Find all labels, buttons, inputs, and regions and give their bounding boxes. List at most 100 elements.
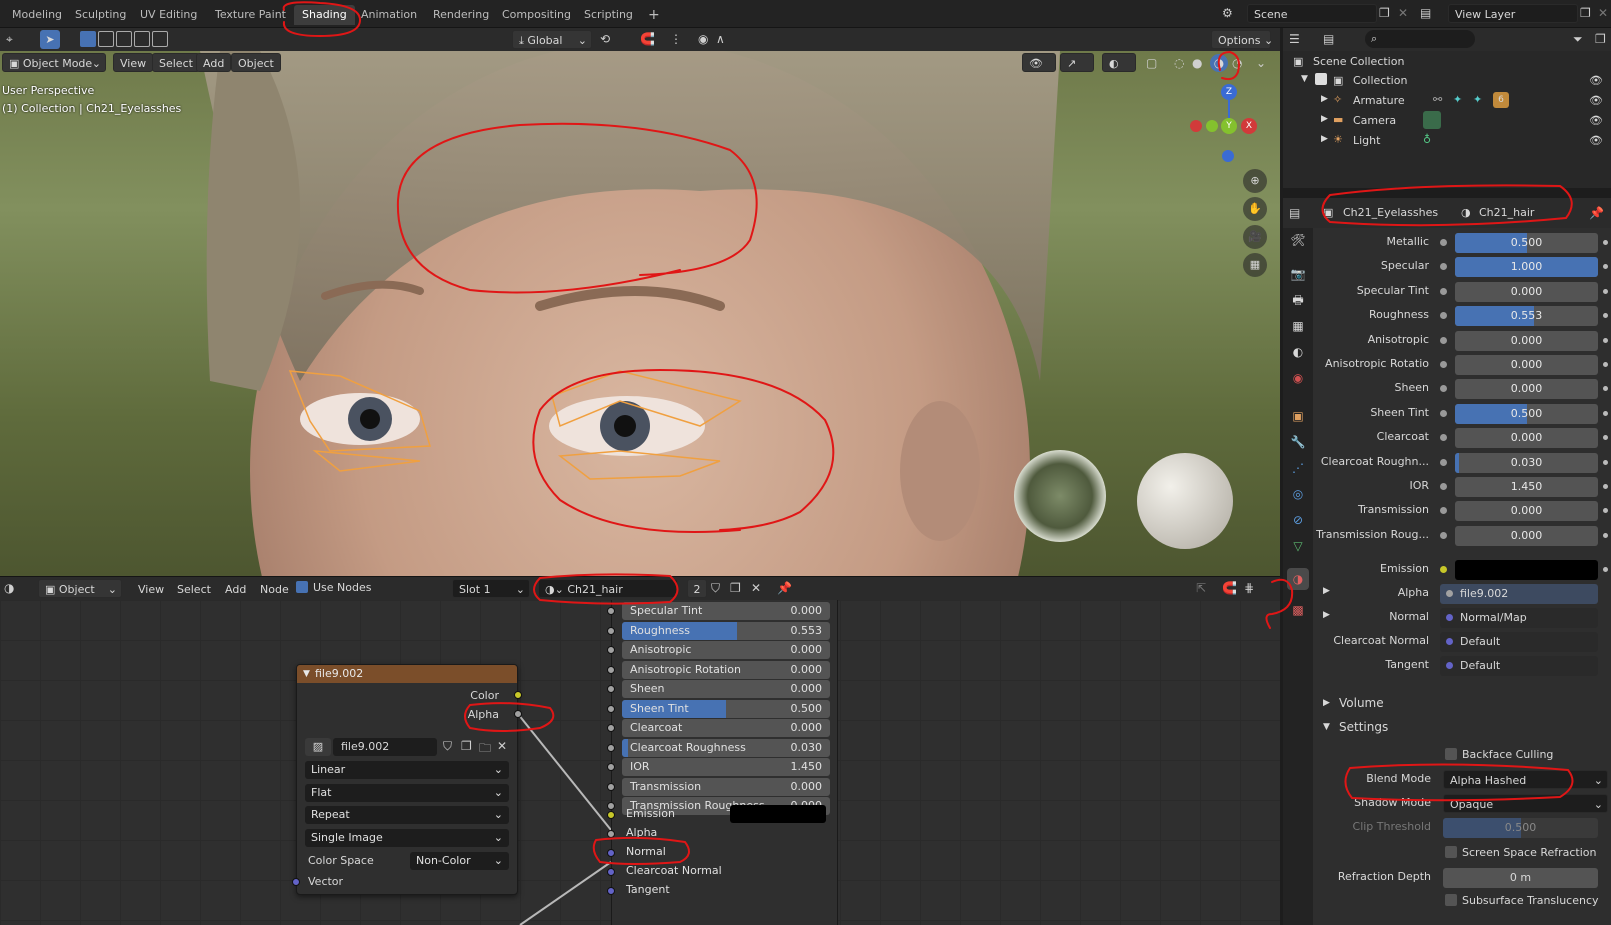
menu-select[interactable]: Select bbox=[152, 53, 200, 72]
extension-dropdown[interactable]: Repeat ⌄ bbox=[305, 806, 509, 824]
keyframe-dot[interactable] bbox=[1603, 386, 1608, 392]
close-view-layer-icon[interactable]: ✕ bbox=[1598, 6, 1608, 20]
camera-view-icon[interactable]: 🎥 bbox=[1243, 225, 1267, 249]
snap-icon[interactable]: 🧲 bbox=[1222, 581, 1237, 595]
property-value-field[interactable]: 0.000 bbox=[1455, 525, 1598, 546]
pin-icon[interactable]: 📌 bbox=[1589, 206, 1604, 220]
bsdf-input-socket[interactable] bbox=[607, 626, 615, 635]
properties-editor-icon[interactable]: ▤ bbox=[1289, 206, 1300, 220]
duplicate-material-icon[interactable]: ❐ bbox=[730, 581, 741, 595]
wireframe-shading-icon[interactable]: ◌ bbox=[1174, 56, 1184, 70]
open-image-icon[interactable]: 🗀 bbox=[479, 739, 491, 760]
filter-icon[interactable]: ⏷ bbox=[1573, 32, 1583, 47]
duplicate-image-icon[interactable]: ❐ bbox=[461, 739, 472, 753]
eye-icon[interactable]: 👁 bbox=[1589, 134, 1603, 147]
object-breadcrumb[interactable]: Ch21_Eyelasshes bbox=[1343, 206, 1438, 219]
zoom-icon[interactable]: ⊕ bbox=[1243, 169, 1267, 193]
outliner-editor-icon[interactable]: ☰ bbox=[1289, 32, 1300, 46]
gizmo-neg-x[interactable] bbox=[1190, 120, 1202, 132]
property-value-field[interactable]: 0.500 bbox=[1455, 233, 1598, 253]
menu-add[interactable]: Add bbox=[196, 53, 232, 72]
emission-color-swatch[interactable] bbox=[730, 805, 826, 823]
output-alpha-socket[interactable] bbox=[514, 710, 522, 718]
material-selector[interactable]: ◑⌄ Ch21_hair bbox=[538, 579, 678, 598]
bsdf-input-socket[interactable] bbox=[607, 763, 615, 771]
bsdf-input-row[interactable]: IOR 1.450 bbox=[622, 758, 830, 776]
property-value-field[interactable]: 0.030 bbox=[1455, 452, 1598, 473]
3d-viewport[interactable]: User Perspective (1) Collection | Ch21_E… bbox=[0, 51, 1280, 576]
image-name-field[interactable]: file9.002 bbox=[333, 738, 437, 756]
select-tool-icon[interactable]: ➤ bbox=[40, 30, 60, 49]
scene-icon[interactable]: ⚙ bbox=[1222, 6, 1233, 20]
tab-rendering[interactable]: Rendering bbox=[425, 5, 497, 25]
bsdf-input-socket[interactable] bbox=[607, 782, 615, 791]
view-layer-icon[interactable]: ▤ bbox=[1420, 6, 1431, 20]
close-scene-icon[interactable]: ✕ bbox=[1398, 6, 1408, 20]
fake-user-shield-icon[interactable]: ⛉ bbox=[711, 581, 720, 596]
outliner-search-input[interactable]: ⌕ bbox=[1365, 30, 1475, 48]
property-socket-dot[interactable] bbox=[1440, 361, 1447, 368]
tab-compositing[interactable]: Compositing bbox=[494, 5, 579, 25]
gizmo-neg-z[interactable] bbox=[1222, 150, 1234, 162]
alpha-link-field[interactable]: file9.002 bbox=[1440, 584, 1598, 604]
property-value-field[interactable]: 0.000 bbox=[1455, 330, 1598, 351]
principled-bsdf-node[interactable]: Specular Tint 0.000 Roughness 0.553 Anisotro… bbox=[607, 600, 838, 925]
clearcoat-normal-socket[interactable] bbox=[607, 868, 615, 876]
image-browse-icon[interactable]: ▨ bbox=[305, 738, 331, 756]
eye-icon[interactable]: 👁 bbox=[1589, 74, 1603, 87]
bsdf-input-row[interactable]: Sheen 0.000 bbox=[622, 680, 830, 698]
new-collection-icon[interactable]: ❐ bbox=[1595, 32, 1606, 46]
falloff-icon[interactable]: ∧ bbox=[716, 32, 725, 46]
tab-scripting[interactable]: Scripting bbox=[576, 5, 641, 25]
pivot-icon[interactable]: ⟲ bbox=[600, 32, 610, 46]
xray-icon[interactable]: ▢ bbox=[1146, 56, 1157, 70]
shader-type-dropdown[interactable]: ▣ Object ⌄ bbox=[38, 579, 122, 598]
menu-view[interactable]: View bbox=[113, 53, 154, 72]
shadow-mode-dropdown[interactable]: Opaque ⌄ bbox=[1443, 794, 1608, 813]
node-menu-add[interactable]: Add bbox=[218, 579, 253, 598]
material-users-count[interactable]: 2 bbox=[687, 579, 707, 598]
bsdf-input-row[interactable]: Clearcoat Roughness 0.030 bbox=[622, 738, 830, 757]
bsdf-input-socket[interactable] bbox=[607, 665, 615, 674]
navigation-gizmo[interactable]: Z Y X bbox=[1190, 84, 1260, 164]
gizmo-x-axis[interactable]: X bbox=[1241, 118, 1257, 134]
property-socket-dot[interactable] bbox=[1440, 239, 1447, 246]
keyframe-dot[interactable] bbox=[1603, 264, 1608, 270]
screen-space-refraction-checkbox[interactable]: Screen Space Refraction bbox=[1445, 846, 1597, 859]
expand-arrow-icon[interactable]: ▶ bbox=[1323, 698, 1330, 708]
bsdf-input-row[interactable]: Anisotropic Rotation 0.000 bbox=[622, 660, 830, 679]
bsdf-input-socket[interactable] bbox=[607, 704, 615, 713]
subsurface-translucency-checkbox[interactable]: Subsurface Translucency bbox=[1445, 894, 1599, 907]
emission-socket[interactable] bbox=[607, 811, 615, 819]
bsdf-input-socket[interactable] bbox=[607, 724, 615, 732]
expand-arrow-icon[interactable]: ▶ bbox=[1323, 610, 1330, 620]
property-socket-dot[interactable] bbox=[1440, 312, 1447, 320]
emission-socket-dot[interactable] bbox=[1440, 566, 1447, 573]
keyframe-dot[interactable] bbox=[1603, 410, 1608, 416]
bsdf-input-socket[interactable] bbox=[607, 607, 615, 615]
property-value-field[interactable]: 1.450 bbox=[1455, 477, 1598, 497]
eye-icon[interactable]: 👁 bbox=[1589, 114, 1603, 127]
normal-socket[interactable] bbox=[607, 849, 615, 857]
input-vector-socket[interactable] bbox=[292, 878, 300, 886]
bsdf-input-socket[interactable] bbox=[607, 685, 615, 693]
property-socket-dot[interactable] bbox=[1440, 434, 1447, 442]
property-socket-dot[interactable] bbox=[1440, 507, 1447, 515]
alpha-socket[interactable] bbox=[607, 830, 615, 838]
property-socket-dot[interactable] bbox=[1440, 409, 1447, 417]
collapse-arrow-icon[interactable]: ▼ bbox=[303, 665, 310, 683]
expand-arrow-icon[interactable]: ▶ bbox=[1321, 94, 1328, 104]
expand-arrow-icon[interactable]: ▼ bbox=[1301, 74, 1308, 84]
bsdf-input-row[interactable]: Specular Tint 0.000 bbox=[622, 602, 830, 620]
unlink-image-icon[interactable]: ✕ bbox=[497, 739, 507, 753]
property-value-field[interactable]: 0.553 bbox=[1455, 306, 1598, 327]
bsdf-input-row[interactable]: Sheen Tint 0.500 bbox=[622, 699, 830, 718]
keyframe-dot[interactable] bbox=[1603, 288, 1608, 294]
property-value-field[interactable]: 0.000 bbox=[1455, 501, 1598, 522]
tab-uv-editing[interactable]: UV Editing bbox=[132, 5, 205, 25]
property-value-field[interactable]: 0.500 bbox=[1455, 403, 1598, 424]
transform-orientation-dropdown[interactable]: ⤓ Global ⌄ bbox=[512, 30, 592, 49]
chevron-down-icon[interactable]: ⌄ bbox=[1256, 56, 1266, 70]
light-label[interactable]: Light bbox=[1353, 134, 1380, 147]
keyframe-dot[interactable] bbox=[1603, 532, 1608, 538]
